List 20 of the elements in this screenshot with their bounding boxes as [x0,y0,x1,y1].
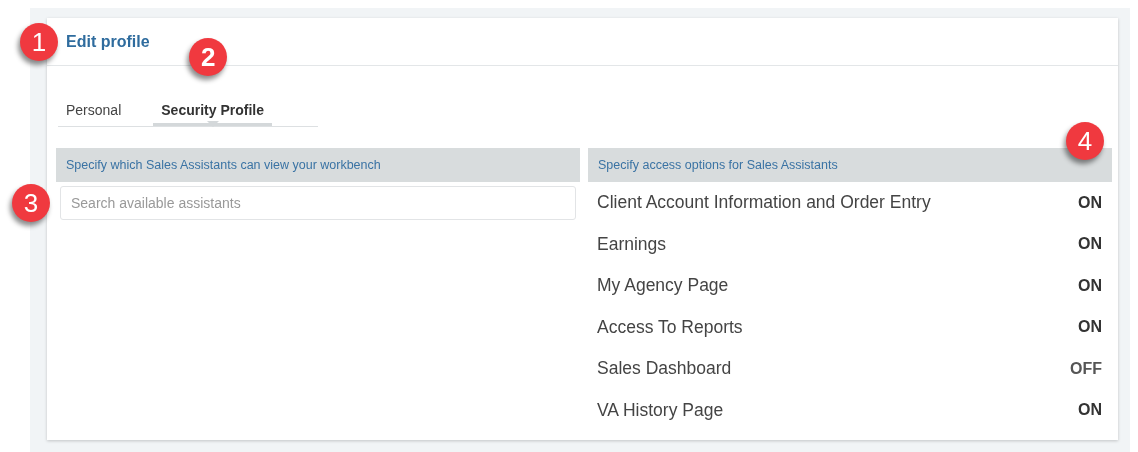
option-status[interactable]: ON [1078,401,1102,420]
option-status[interactable]: ON [1078,318,1102,337]
number-badge: 1 [20,23,58,61]
option-label: My Agency Page [597,275,729,297]
option-status[interactable]: ON [1078,235,1102,254]
section-header: Specify which Sales Assistants can view your workbench [56,148,580,182]
tab[interactable]: Personal [58,102,130,126]
number-badge: 3 [12,184,50,222]
option-label: Earnings [597,233,667,255]
option-label: Access To Reports [597,316,743,338]
number-badge: 2 [189,38,228,76]
page-title: Edit profile [66,32,150,51]
number-badge: 4 [1066,122,1104,160]
option-status[interactable]: ON [1078,193,1102,212]
option-label: VA History Page [597,399,724,421]
option-label: Client Account Information and Order Entry [597,192,931,214]
option-label: Sales Dashboard [597,358,732,380]
option-status[interactable]: OFF [1070,359,1102,378]
option-status[interactable]: ON [1078,276,1102,295]
search-field[interactable]: Search available assistants [60,186,576,220]
